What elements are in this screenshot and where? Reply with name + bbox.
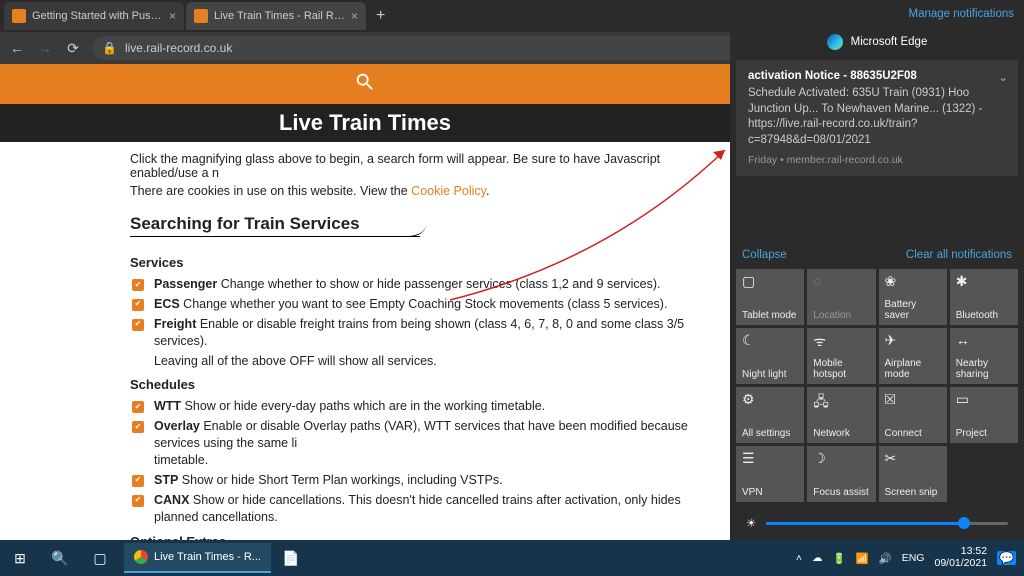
edge-icon	[827, 34, 843, 50]
tile-night-light[interactable]: ☾Night light	[736, 328, 804, 384]
tab-title: Getting Started with Push Notific	[32, 10, 163, 22]
system-tray: ˄ ☁ 🔋 📶 🔊 ENG 13:52 09/01/2021 💬	[796, 546, 1024, 569]
notification-card[interactable]: ⌄ activation Notice - 88635U2F08 Schedul…	[736, 60, 1018, 176]
tab-favicon	[12, 9, 26, 23]
tile-screen-snip[interactable]: ✂Screen snip	[879, 446, 947, 502]
services-list: Passenger Change whether to show or hide…	[130, 276, 712, 369]
new-tab-button[interactable]: +	[368, 7, 393, 25]
cookie-policy-link[interactable]: Cookie Policy	[411, 184, 486, 198]
forward-button[interactable]: →	[36, 40, 54, 56]
brightness-slider-row: ☀	[730, 502, 1024, 540]
hotspot-icon: ᯤ	[813, 332, 869, 351]
snip-icon: ✂	[885, 450, 941, 467]
search-bar[interactable]	[0, 64, 730, 104]
tile-connect[interactable]: ⮽Connect	[879, 387, 947, 443]
list-item: ECS Change whether you want to see Empty…	[150, 296, 712, 313]
close-icon[interactable]: ×	[351, 9, 358, 23]
page-title: Live Train Times	[0, 104, 730, 142]
tab-title: Live Train Times - Rail Record	[214, 10, 345, 22]
gear-icon: ⚙	[742, 391, 798, 408]
tray-language[interactable]: ENG	[902, 552, 925, 564]
tile-nearby-sharing[interactable]: ↔Nearby sharing	[950, 328, 1018, 384]
taskbar-app-title: Live Train Times - R...	[154, 551, 261, 563]
tile-focus-assist[interactable]: ☽Focus assist	[807, 446, 875, 502]
tile-mobile-hotspot[interactable]: ᯤMobile hotspot	[807, 328, 875, 384]
project-icon: ▭	[956, 391, 1012, 408]
tray-chevron-up-icon[interactable]: ˄	[796, 552, 802, 564]
subheading-services: Services	[130, 255, 712, 270]
quick-action-tiles: ▢Tablet mode ◌Location ❀Battery saver ✱B…	[730, 269, 1024, 502]
location-icon: ◌	[813, 273, 869, 289]
tile-location[interactable]: ◌Location	[807, 269, 875, 325]
nearby-icon: ↔	[956, 332, 1012, 348]
tile-airplane-mode[interactable]: ✈Airplane mode	[879, 328, 947, 384]
network-icon: 🖧	[813, 391, 869, 415]
tile-project[interactable]: ▭Project	[950, 387, 1018, 443]
tray-clock[interactable]: 13:52 09/01/2021	[934, 546, 987, 569]
tile-battery-saver[interactable]: ❀Battery saver	[879, 269, 947, 325]
notification-title: activation Notice - 88635U2F08	[748, 70, 1006, 82]
task-view-button[interactable]: ▢	[80, 540, 120, 576]
tablet-icon: ▢	[742, 273, 798, 290]
browser-tab-active[interactable]: Live Train Times - Rail Record ×	[186, 2, 366, 30]
notification-app-name: Microsoft Edge	[851, 36, 928, 48]
tray-onedrive-icon[interactable]: ☁	[812, 552, 823, 564]
reload-button[interactable]: ⟳	[64, 40, 82, 57]
chevron-down-icon[interactable]: ⌄	[998, 70, 1008, 84]
intro-text: Click the magnifying glass above to begi…	[130, 152, 660, 180]
section-heading-search: Searching for Train Services	[130, 214, 420, 237]
night-light-icon: ☾	[742, 332, 798, 349]
notification-body: Schedule Activated: 635U Train (0931) Ho…	[748, 86, 1006, 148]
manage-notifications-link[interactable]: Manage notifications	[730, 0, 1024, 28]
list-item: CANX Show or hide cancellations. This do…	[150, 492, 712, 526]
airplane-icon: ✈	[885, 332, 941, 349]
vpn-icon: ☰	[742, 450, 798, 467]
tray-volume-icon[interactable]: 🔊	[879, 552, 892, 565]
search-icon	[354, 71, 376, 98]
taskbar-app-other[interactable]: 📄	[271, 540, 311, 576]
collapse-link[interactable]: Collapse	[742, 249, 787, 261]
list-item: Freight Enable or disable freight trains…	[150, 316, 712, 350]
subheading-schedules: Schedules	[130, 377, 712, 392]
close-icon[interactable]: ×	[169, 9, 176, 23]
notification-app-header: Microsoft Edge	[730, 28, 1024, 60]
schedules-list: WTT Show or hide every-day paths which a…	[130, 398, 712, 525]
tile-vpn[interactable]: ☰VPN	[736, 446, 804, 502]
connect-icon: ⮽	[885, 391, 941, 408]
action-center: Manage notifications Microsoft Edge ⌄ ac…	[730, 0, 1024, 540]
start-button[interactable]: ⊞	[0, 540, 40, 576]
chrome-icon	[134, 550, 148, 564]
brightness-slider[interactable]	[766, 522, 1008, 525]
page-content: Live Train Times Click the magnifying gl…	[0, 64, 730, 540]
search-button[interactable]: 🔍	[40, 540, 80, 576]
brightness-icon: ☀	[746, 516, 756, 530]
tile-tablet-mode[interactable]: ▢Tablet mode	[736, 269, 804, 325]
tray-wifi-icon[interactable]: 📶	[856, 552, 869, 565]
list-item: WTT Show or hide every-day paths which a…	[150, 398, 712, 415]
taskbar-app-chrome[interactable]: Live Train Times - R...	[124, 543, 271, 573]
taskbar: ⊞ 🔍 ▢ Live Train Times - R... 📄 ˄ ☁ 🔋 📶 …	[0, 540, 1024, 576]
list-note: Leaving all of the above OFF will show a…	[150, 353, 712, 370]
notification-meta: Friday • member.rail-record.co.uk	[748, 154, 1006, 166]
list-item: Passenger Change whether to show or hide…	[150, 276, 712, 293]
list-item: STP Show or hide Short Term Plan working…	[150, 472, 712, 489]
bluetooth-icon: ✱	[956, 273, 1012, 290]
tile-network[interactable]: 🖧Network	[807, 387, 875, 443]
action-center-button[interactable]: 💬	[997, 551, 1016, 565]
list-item: Overlay Enable or disable Overlay paths …	[150, 418, 712, 469]
url-text: live.rail-record.co.uk	[125, 41, 232, 55]
battery-icon: ❀	[885, 273, 941, 290]
tab-favicon	[194, 9, 208, 23]
browser-tab[interactable]: Getting Started with Push Notific ×	[4, 2, 184, 30]
tray-battery-icon[interactable]: 🔋	[832, 552, 845, 565]
tile-bluetooth[interactable]: ✱Bluetooth	[950, 269, 1018, 325]
intro-text-2: There are cookies in use on this website…	[130, 184, 411, 198]
back-button[interactable]: ←	[8, 40, 26, 56]
tile-all-settings[interactable]: ⚙All settings	[736, 387, 804, 443]
focus-icon: ☽	[813, 450, 869, 467]
clear-all-link[interactable]: Clear all notifications	[906, 249, 1012, 261]
lock-icon: 🔒	[102, 41, 117, 55]
